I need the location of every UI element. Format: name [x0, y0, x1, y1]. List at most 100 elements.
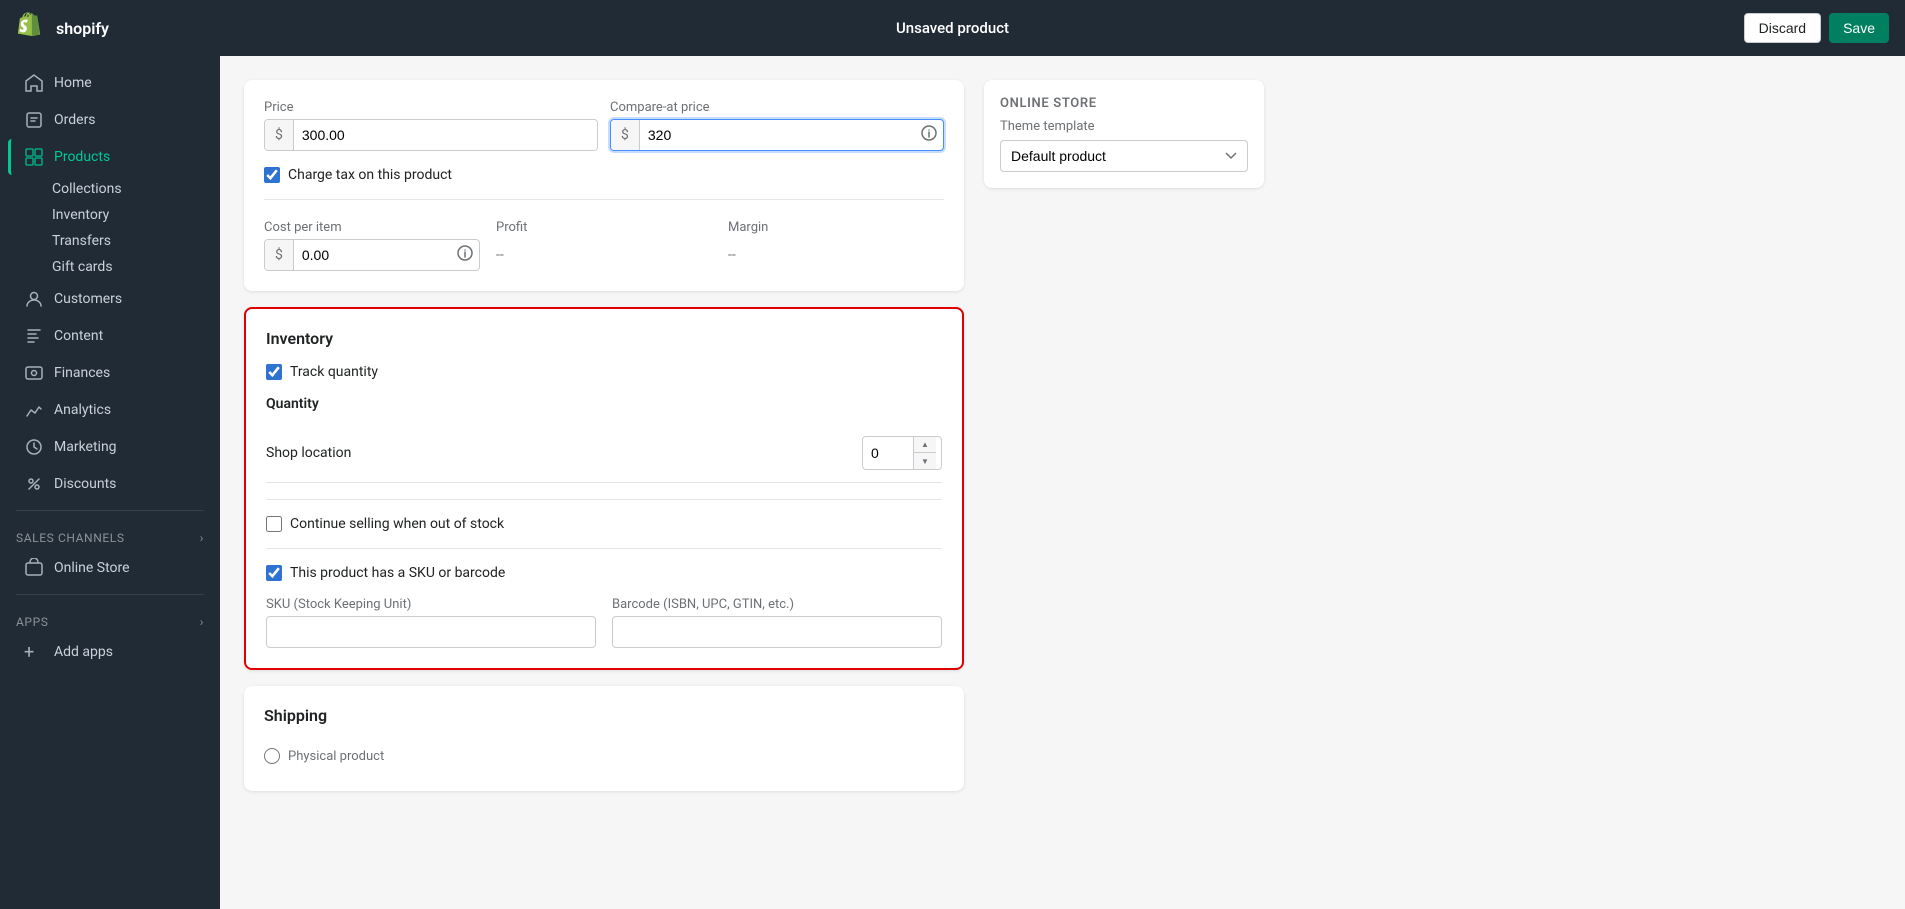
- sidebar-sub-item-transfers[interactable]: Transfers: [44, 228, 220, 254]
- profit-field: Profit --: [496, 220, 712, 271]
- cost-row: Cost per item $: [264, 216, 944, 271]
- quantity-section: Quantity Shop location ▲ ▼: [266, 396, 942, 483]
- sidebar: Home Orders Products C: [0, 56, 220, 909]
- layout: Home Orders Products C: [0, 56, 1905, 909]
- price-input[interactable]: [294, 120, 597, 150]
- sidebar-customers-label: Customers: [54, 291, 122, 307]
- has-sku-label: This product has a SKU or barcode: [290, 565, 505, 581]
- inventory-divider-1: [266, 499, 942, 500]
- sidebar-item-content[interactable]: Content: [8, 318, 212, 354]
- online-store-card: Online Store Theme template Default prod…: [984, 80, 1264, 188]
- sidebar-item-discounts[interactable]: Discounts: [8, 466, 212, 502]
- barcode-label: Barcode (ISBN, UPC, GTIN, etc.): [612, 597, 942, 612]
- track-quantity-row: Track quantity: [266, 364, 942, 380]
- quantity-decrement-button[interactable]: ▼: [914, 453, 936, 469]
- cost-input-wrapper: $: [264, 239, 480, 271]
- online-store-card-title: Online Store: [1000, 96, 1248, 111]
- sidebar-item-customers[interactable]: Customers: [8, 281, 212, 317]
- topbar-actions: Discard Save: [1744, 13, 1889, 43]
- home-icon: [24, 73, 44, 93]
- sidebar-sub-item-inventory[interactable]: Inventory: [44, 202, 220, 228]
- discounts-icon: [24, 474, 44, 494]
- add-icon: +: [24, 642, 44, 662]
- sku-barcode-row: SKU (Stock Keeping Unit) Barcode (ISBN, …: [266, 597, 942, 648]
- inventory-section-title: Inventory: [266, 329, 942, 348]
- price-label: Price: [264, 100, 598, 115]
- topbar-left: shopify: [16, 12, 109, 44]
- profit-value: --: [496, 239, 712, 271]
- sku-label: SKU (Stock Keeping Unit): [266, 597, 596, 612]
- marketing-icon: [24, 437, 44, 457]
- quantity-spinners: ▲ ▼: [913, 437, 936, 469]
- margin-value: --: [728, 239, 944, 271]
- online-store-icon: [24, 558, 44, 578]
- sidebar-content-label: Content: [54, 328, 103, 344]
- add-apps-label: Add apps: [54, 644, 113, 660]
- right-column: Online Store Theme template Default prod…: [984, 80, 1264, 885]
- quantity-increment-button[interactable]: ▲: [914, 437, 936, 453]
- sidebar-products-label: Products: [54, 149, 110, 165]
- sidebar-marketing-label: Marketing: [54, 439, 117, 455]
- inventory-divider-2: [266, 548, 942, 549]
- compare-help-icon[interactable]: [921, 125, 943, 145]
- shipping-section-title: Shipping: [264, 706, 944, 725]
- topbar: shopify Unsaved product Discard Save: [0, 0, 1905, 56]
- continue-selling-label: Continue selling when out of stock: [290, 516, 504, 532]
- discard-button[interactable]: Discard: [1744, 13, 1821, 43]
- sidebar-sub-item-collections[interactable]: Collections: [44, 176, 220, 202]
- sidebar-item-analytics[interactable]: Analytics: [8, 392, 212, 428]
- cost-per-item-label: Cost per item: [264, 220, 480, 235]
- charge-tax-checkbox[interactable]: [264, 167, 280, 183]
- analytics-icon: [24, 400, 44, 420]
- sidebar-divider: [16, 510, 204, 511]
- barcode-field: Barcode (ISBN, UPC, GTIN, etc.): [612, 597, 942, 648]
- shop-location-row: Shop location ▲ ▼: [266, 424, 942, 483]
- logo-text: shopify: [56, 19, 109, 38]
- sidebar-sub-item-giftcards[interactable]: Gift cards: [44, 254, 220, 280]
- sidebar-item-products[interactable]: Products: [8, 139, 212, 175]
- compare-at-price-label: Compare-at price: [610, 100, 944, 115]
- save-button[interactable]: Save: [1829, 13, 1889, 43]
- compare-currency-symbol: $: [611, 120, 640, 150]
- barcode-input[interactable]: [612, 616, 942, 648]
- sidebar-item-add-apps[interactable]: + Add apps: [8, 634, 212, 670]
- margin-label: Margin: [728, 220, 944, 235]
- cost-per-item-field: Cost per item $: [264, 220, 480, 271]
- finances-icon: [24, 363, 44, 383]
- quantity-input[interactable]: [863, 439, 913, 467]
- cost-input[interactable]: [294, 240, 451, 270]
- cost-currency-symbol: $: [265, 240, 294, 270]
- products-icon: [24, 147, 44, 167]
- inventory-card: Inventory Track quantity Quantity Shop l…: [244, 307, 964, 670]
- price-currency-symbol: $: [265, 120, 294, 150]
- has-sku-checkbox[interactable]: [266, 565, 282, 581]
- customers-icon: [24, 289, 44, 309]
- shipping-option-label: Physical product: [288, 749, 384, 764]
- continue-selling-checkbox[interactable]: [266, 516, 282, 532]
- continue-selling-row: Continue selling when out of stock: [266, 516, 942, 532]
- price-input-wrapper: $: [264, 119, 598, 151]
- profit-label: Profit: [496, 220, 712, 235]
- sidebar-divider-2: [16, 594, 204, 595]
- sidebar-item-online-store[interactable]: Online Store: [8, 550, 212, 586]
- compare-at-price-input[interactable]: [640, 120, 915, 150]
- main-content: Price $ Compare-at price $: [220, 56, 1905, 909]
- sidebar-analytics-label: Analytics: [54, 402, 111, 418]
- sidebar-item-orders[interactable]: Orders: [8, 102, 212, 138]
- track-quantity-checkbox[interactable]: [266, 364, 282, 380]
- sidebar-item-marketing[interactable]: Marketing: [8, 429, 212, 465]
- sidebar-sub-products: Collections Inventory Transfers Gift car…: [0, 176, 220, 280]
- sidebar-item-finances[interactable]: Finances: [8, 355, 212, 391]
- shipping-card: Shipping Physical product: [244, 686, 964, 791]
- shipping-content: Physical product: [264, 741, 944, 771]
- sales-channels-label: Sales channels ›: [0, 519, 220, 549]
- shipping-radio[interactable]: [264, 748, 280, 764]
- charge-tax-label: Charge tax on this product: [288, 167, 452, 183]
- center-column: Price $ Compare-at price $: [244, 80, 964, 885]
- sku-input[interactable]: [266, 616, 596, 648]
- cost-help-icon[interactable]: [457, 245, 479, 265]
- sidebar-item-home[interactable]: Home: [8, 65, 212, 101]
- theme-template-label: Theme template: [1000, 119, 1248, 134]
- track-quantity-label: Track quantity: [290, 364, 378, 380]
- theme-template-select[interactable]: Default product: [1000, 140, 1248, 172]
